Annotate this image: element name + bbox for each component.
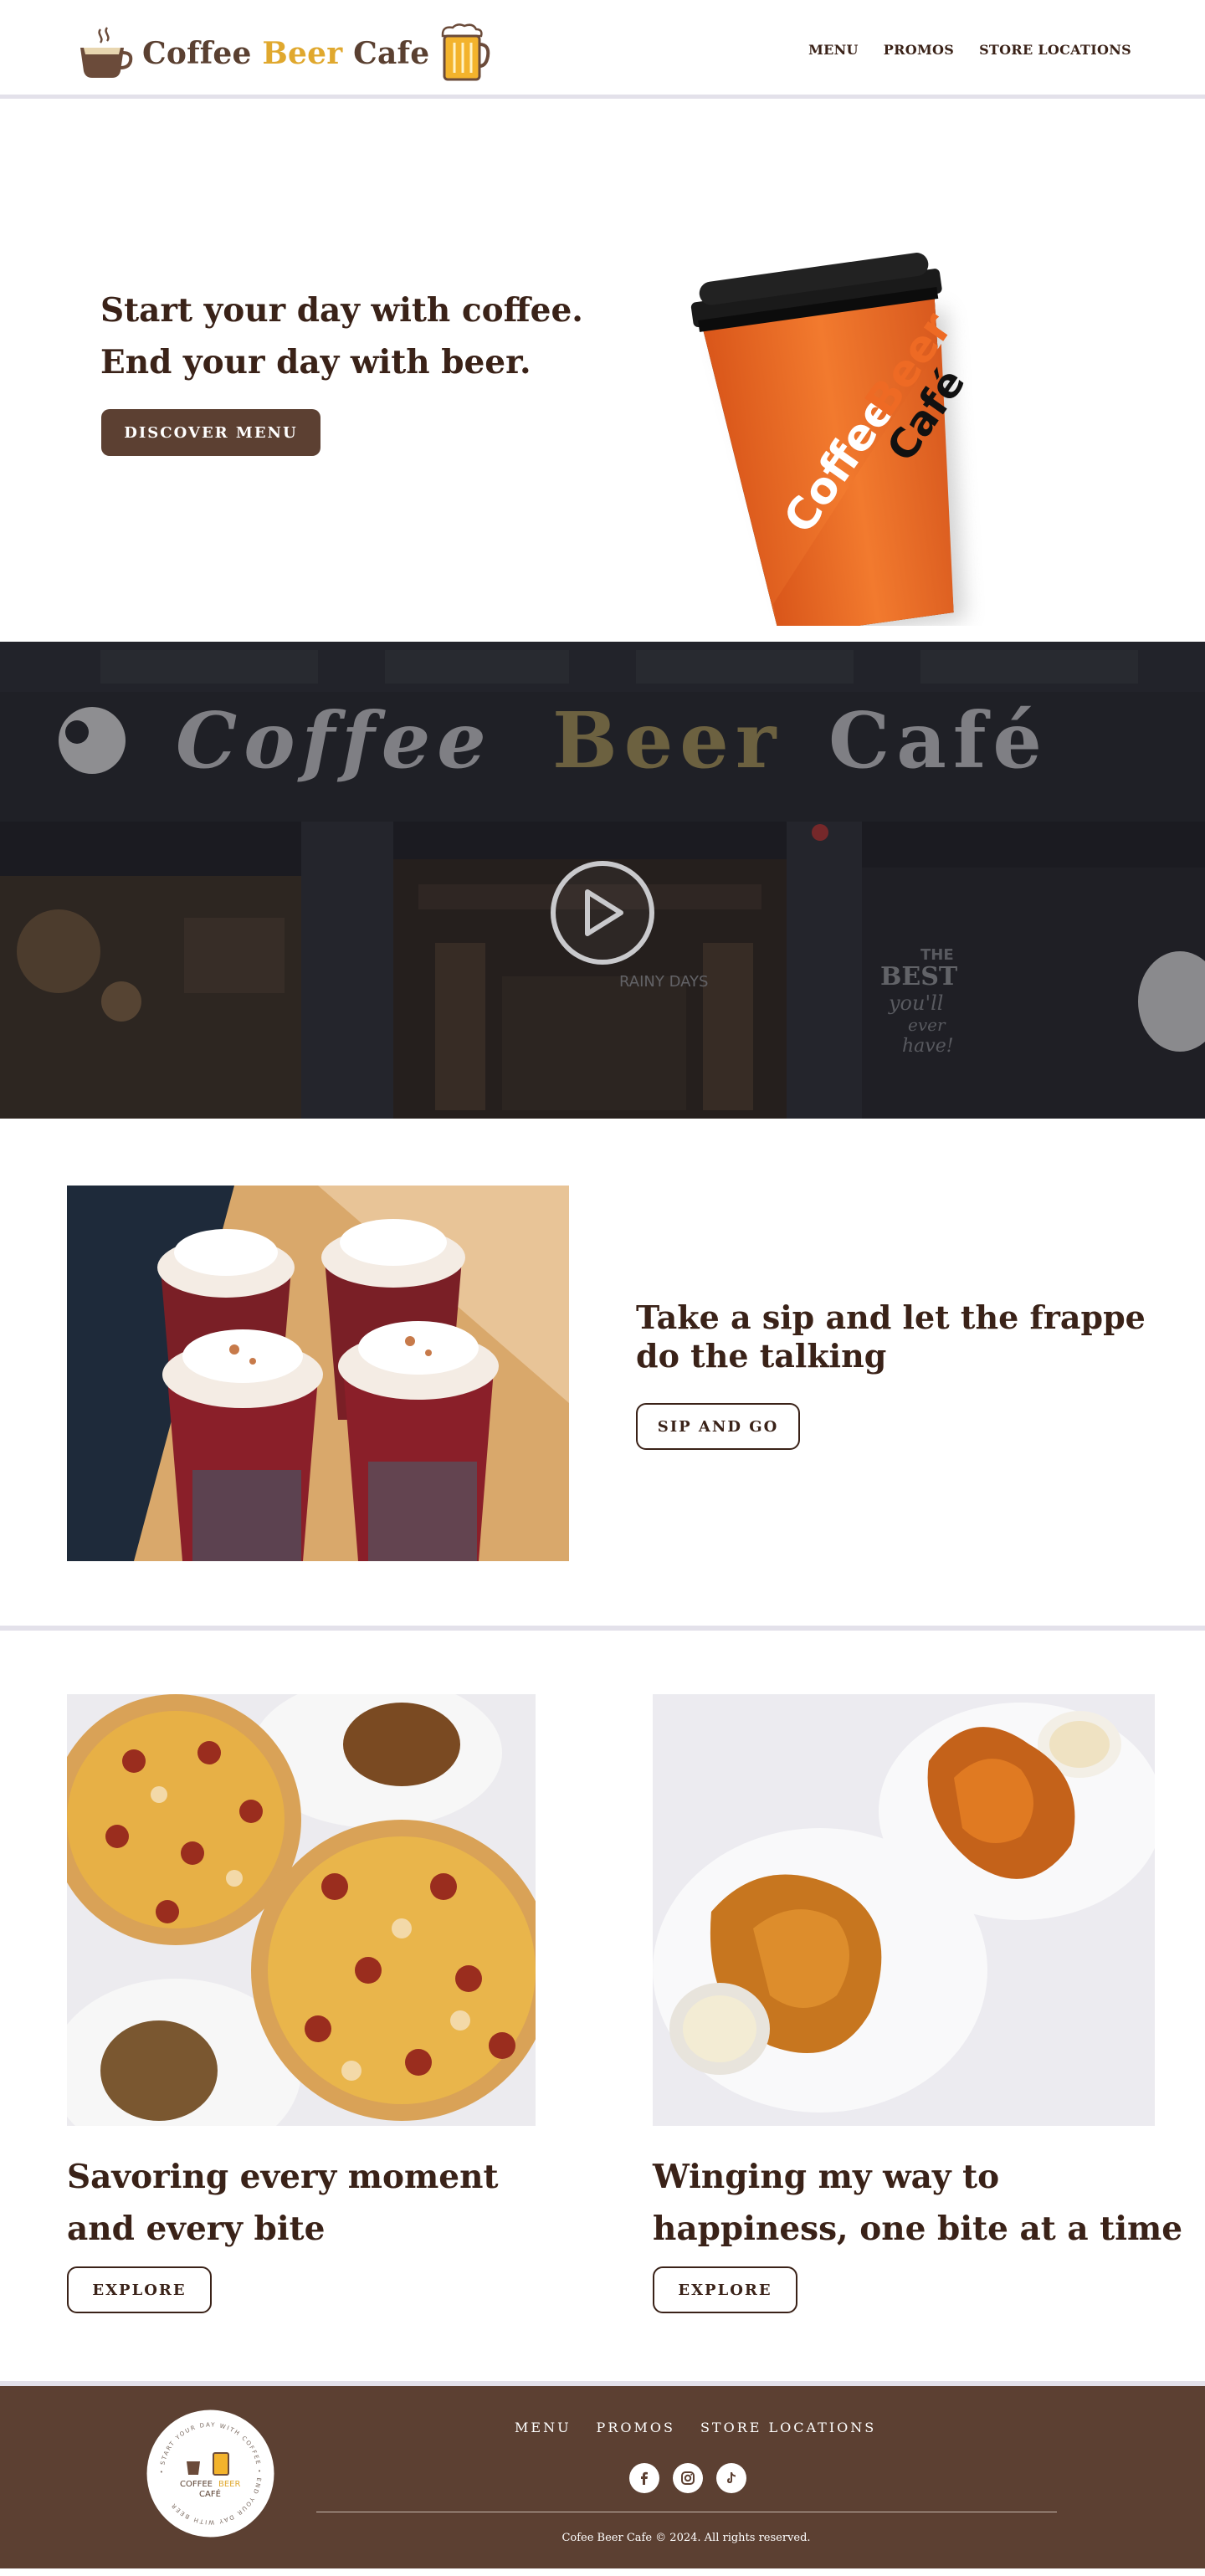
main-nav: MENU PROMOS STORE LOCATIONS (808, 42, 1131, 58)
explore-wings-button[interactable]: EXPLORE (653, 2266, 797, 2313)
footer-beer-mug-icon (213, 2452, 229, 2476)
footer-nav-promos[interactable]: PROMOS (597, 2420, 675, 2435)
video-banner: Coffee Beer Café RAINY DAYS THE BEST you… (0, 642, 1205, 1119)
footer-nav-store-locations[interactable]: STORE LOCATIONS (700, 2420, 876, 2435)
frappe-cups-image (67, 1186, 569, 1561)
sip-and-go-button[interactable]: SIP AND GO (636, 1403, 800, 1450)
tiktok-icon[interactable] (716, 2463, 746, 2493)
copyright-text: Cofee Beer Cafe © 2024. All rights reser… (561, 2532, 811, 2544)
instagram-glyph (681, 2471, 695, 2485)
facebook-glyph (641, 2471, 648, 2485)
tiktok-glyph (727, 2472, 736, 2483)
video-play-button[interactable] (551, 861, 654, 965)
hero-headline: Start your day with coffee. End your day… (100, 284, 583, 388)
coffee-cup-icon (80, 27, 133, 78)
instagram-icon[interactable] (673, 2463, 703, 2493)
play-icon (585, 889, 623, 936)
frappe-headline: Take a sip and let the frappe do the tal… (636, 1298, 1146, 1375)
site-logo[interactable]: Coffee Beer Cafe (75, 23, 491, 84)
chicken-wings-image (653, 1694, 1155, 2126)
nav-menu[interactable]: MENU (808, 42, 859, 58)
wings-headline: Winging my way to happiness, one bite at… (653, 2158, 1183, 2248)
footer-logo-badge[interactable]: • START YOUR DAY WITH COFFEE • END YOUR … (146, 2410, 274, 2538)
pizza-headline: Savoring every moment and every bite (67, 2158, 499, 2248)
hero-cup-image: Coffee Beer Café (690, 253, 974, 626)
logo-wordmark: Coffee Beer Cafe (142, 36, 430, 71)
footer-nav-menu[interactable]: MENU (515, 2420, 572, 2435)
hero-section: Start your day with coffee. End your day… (0, 99, 1205, 642)
footer-logo-coffee: COFFEE (180, 2480, 213, 2489)
footer-coffee-cup-icon (187, 2461, 200, 2475)
pizza-image (67, 1694, 536, 2126)
hero-line-2: End your day with beer. (100, 343, 531, 382)
explore-pizza-button[interactable]: EXPLORE (67, 2266, 212, 2313)
frappe-section: Take a sip and let the frappe do the tal… (0, 1119, 1205, 1631)
footer-logo-beer: BEER (218, 2480, 240, 2489)
nav-store-locations[interactable]: STORE LOCATIONS (979, 42, 1131, 58)
site-footer: • START YOUR DAY WITH COFFEE • END YOUR … (0, 2386, 1205, 2568)
hero-line-1: Start your day with coffee. (100, 291, 583, 330)
footer-nav: MENU PROMOS STORE LOCATIONS (515, 2420, 876, 2435)
footer-logo-cafe: CAFÉ (199, 2488, 221, 2499)
discover-menu-button[interactable]: DISCOVER MENU (101, 409, 320, 456)
social-links (629, 2463, 746, 2493)
beer-mug-icon (442, 23, 490, 81)
facebook-icon[interactable] (629, 2463, 659, 2493)
nav-promos[interactable]: PROMOS (884, 42, 954, 58)
site-header: Coffee Beer Cafe MENU PROMOS STORE LOCAT… (0, 0, 1205, 99)
food-section: Savoring every moment and every bite Win… (0, 1631, 1205, 2386)
